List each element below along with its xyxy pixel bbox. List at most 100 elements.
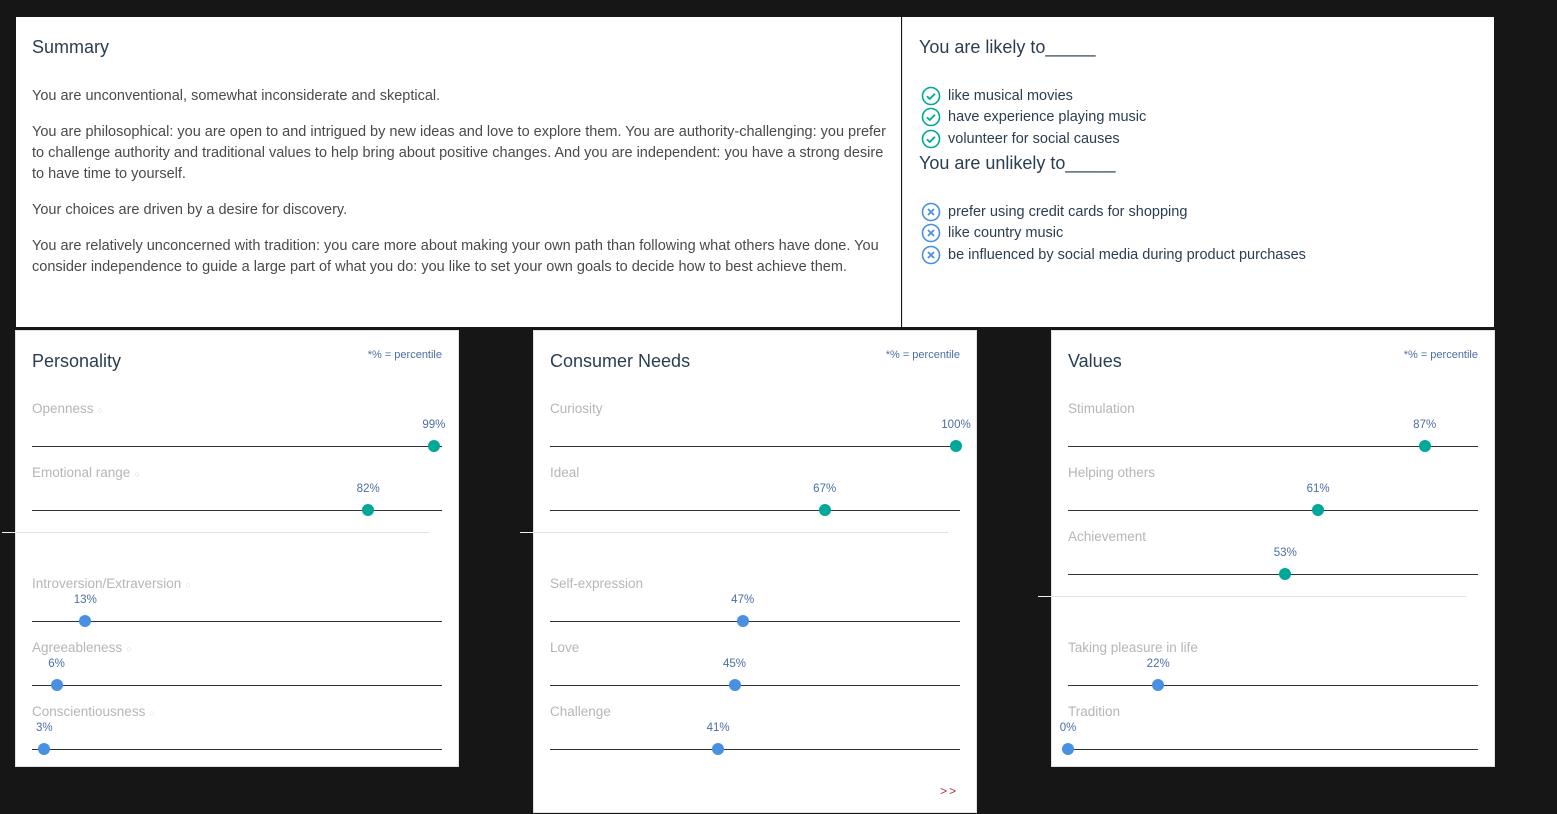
likely-item: volunteer for social causes — [921, 128, 1146, 150]
likely-title: You are likely to_____ — [919, 37, 1096, 57]
summary-paragraph: Your choices are driven by a desire for … — [32, 202, 348, 218]
trait-percent: 82% — [356, 483, 380, 495]
trait-bar — [1068, 446, 1478, 447]
summary-title: Summary — [32, 37, 110, 57]
info-icon[interactable]: ○ — [185, 580, 190, 590]
trait-marker — [362, 504, 375, 516]
summary-body: You are unconventional, somewhat inconsi… — [32, 86, 891, 293]
trait-bar — [1068, 510, 1478, 511]
trait-percent: 6% — [48, 658, 65, 670]
likely-item: have experience playing music — [921, 107, 1146, 129]
values-panel: Values *% = percentile Stimulation 87% Hel… — [1038, 330, 1495, 767]
trait-label: Conscientiousness ○ — [32, 704, 155, 719]
trait-marker — [50, 679, 63, 691]
trait-label-text: Stimulation — [1068, 401, 1135, 416]
group-divider-stub — [1038, 596, 1052, 597]
trait-bar — [550, 510, 960, 511]
group-divider — [534, 532, 948, 533]
trait-label-text: Self-expression — [550, 576, 644, 591]
more-link[interactable]: >> — [940, 784, 958, 798]
summary-panel: Summary You are unconventional, somewhat… — [16, 17, 901, 327]
trait-percent: 13% — [73, 594, 97, 606]
trait-bar — [550, 685, 960, 686]
trait-label-text: Conscientiousness — [32, 704, 146, 719]
trait-label-text: Love — [550, 640, 580, 655]
trait-marker — [950, 440, 962, 452]
trait-marker — [38, 743, 51, 755]
trait-bar — [550, 621, 960, 622]
percentile-note: *% = percentile — [885, 349, 960, 361]
trait-label: Agreeableness ○ — [32, 640, 132, 655]
trait-bar — [32, 685, 442, 686]
trait-label: Self-expression — [550, 576, 643, 591]
trait-marker — [712, 743, 725, 755]
percentile-note: *% = percentile — [367, 349, 442, 361]
trait-percent: 87% — [1413, 419, 1437, 431]
summary-paragraph: You are unconventional, somewhat inconsi… — [32, 88, 441, 104]
trait-marker — [728, 679, 741, 691]
unlikely-item: like country music — [921, 223, 1306, 245]
trait-label-text: Introversion/Extraversion — [32, 576, 182, 591]
check-circle-icon — [921, 86, 941, 106]
info-icon[interactable]: ○ — [134, 469, 139, 479]
needs-panel: Consumer Needs *% = percentile >> Curios… — [520, 330, 977, 813]
trait-label-text: Achievement — [1068, 529, 1147, 544]
trait-marker — [1062, 743, 1074, 755]
trait-marker — [818, 504, 831, 516]
trait-bar — [550, 749, 960, 750]
likely-item: like musical movies — [921, 85, 1146, 107]
values-title: Values — [1068, 351, 1122, 371]
trait-marker — [1152, 679, 1165, 691]
likely-item-label: have experience playing music — [948, 109, 1147, 126]
unlikely-item-label: prefer using credit cards for shopping — [948, 203, 1188, 220]
trait-bar — [32, 749, 442, 750]
trait-label-text: Emotional range — [32, 465, 131, 480]
trait-bar — [32, 446, 442, 447]
likely-list: like musical movies have experience play… — [921, 85, 1146, 150]
personality-panel: Personality *% = percentile Openness ○ 99%… — [2, 330, 459, 767]
trait-label: Openness ○ — [32, 401, 103, 416]
info-icon[interactable]: ○ — [149, 708, 154, 718]
trait-marker — [79, 615, 92, 627]
info-icon[interactable]: ○ — [126, 644, 131, 654]
needs-title: Consumer Needs — [550, 351, 691, 371]
summary-paragraph: You are relatively unconcerned with trad… — [32, 238, 879, 275]
trait-label: Introversion/Extraversion ○ — [32, 576, 191, 591]
trait-marker — [427, 440, 440, 452]
likely-item-label: volunteer for social causes — [948, 130, 1120, 147]
trait-marker — [736, 615, 749, 627]
trait-label-text: Challenge — [550, 704, 611, 719]
trait-percent: 67% — [813, 483, 837, 495]
unlikely-item-label: be influenced by social media during pro… — [948, 246, 1306, 263]
trait-label-text: Tradition — [1068, 704, 1121, 719]
unlikely-item-label: like country music — [948, 225, 1064, 242]
trait-label: Ideal — [550, 465, 579, 480]
unlikely-item: prefer using credit cards for shopping — [921, 201, 1306, 223]
unlikely-title: You are unlikely to_____ — [919, 153, 1116, 173]
trait-label-text: Agreeableness — [32, 640, 123, 655]
group-divider — [16, 532, 430, 533]
trait-label: Taking pleasure in life — [1068, 640, 1198, 655]
trait-label: Curiosity — [550, 401, 603, 416]
summary-paragraph: You are philosophical: you are open to a… — [32, 124, 886, 182]
trait-bar — [550, 446, 960, 447]
trait-percent: 99% — [422, 419, 446, 431]
likely-item-label: like musical movies — [948, 87, 1073, 104]
trait-percent: 3% — [35, 722, 53, 734]
trait-label-text: Taking pleasure in life — [1068, 640, 1198, 655]
personality-title: Personality — [32, 351, 122, 371]
x-circle-icon — [921, 245, 941, 265]
trait-label: Challenge — [550, 704, 611, 719]
group-divider-stub — [520, 532, 534, 533]
trait-percent: 53% — [1273, 547, 1297, 559]
trait-percent: 22% — [1146, 658, 1170, 670]
info-icon[interactable]: ○ — [98, 405, 103, 415]
unlikely-list: prefer using credit cards for shopping l… — [921, 201, 1306, 266]
trait-label: Emotional range ○ — [32, 465, 140, 480]
x-circle-icon — [921, 202, 941, 222]
trait-label: Helping others — [1068, 465, 1155, 480]
trait-percent: 45% — [722, 658, 747, 670]
trait-label: Tradition — [1068, 704, 1120, 719]
trait-bar — [32, 621, 442, 622]
trait-marker — [1279, 568, 1292, 580]
